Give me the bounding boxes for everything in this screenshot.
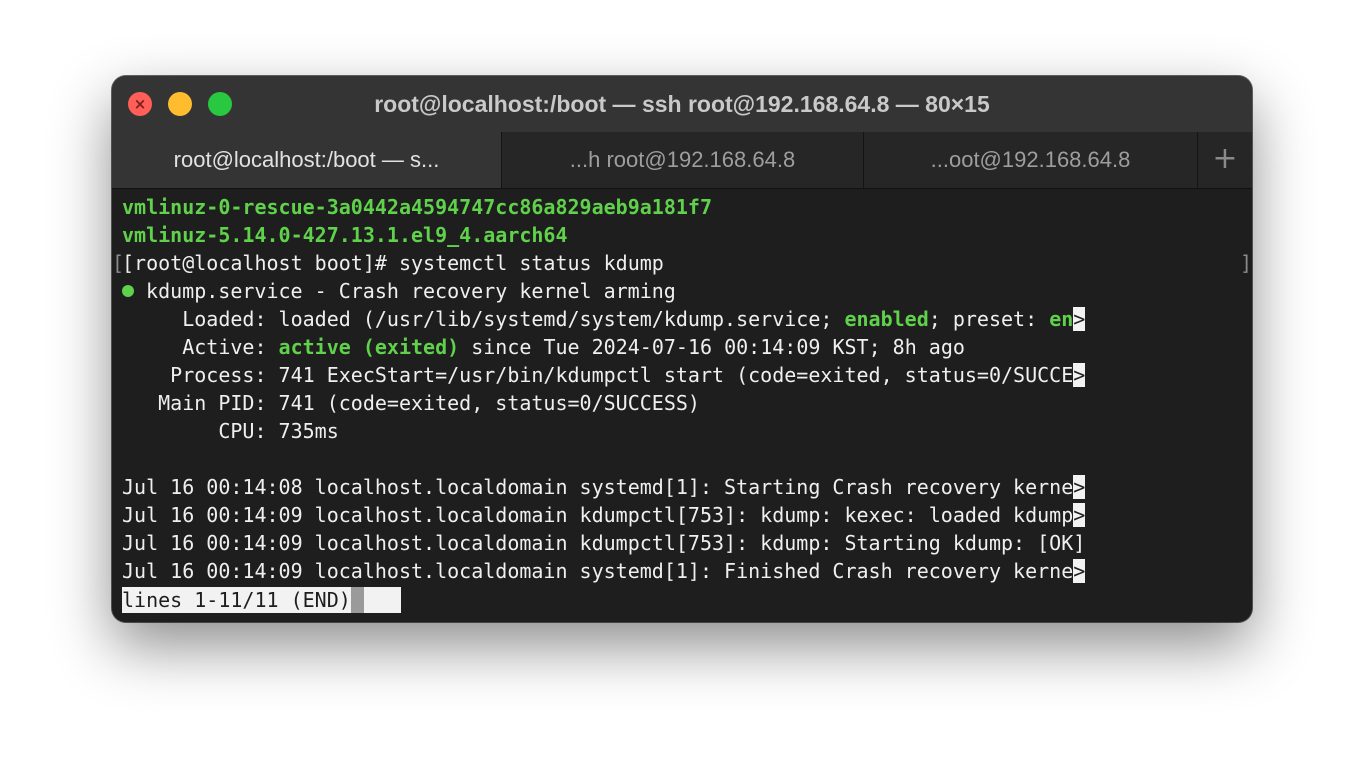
cpu-line: CPU: 735ms <box>122 419 339 443</box>
pager-text: lines 1-11/11 (END) <box>122 588 351 612</box>
truncation-marker: > <box>1073 475 1086 499</box>
new-tab-button[interactable]: + <box>1197 132 1252 188</box>
file-line-kernel: vmlinuz-5.14.0-427.13.1.el9_4.aarch64 <box>122 223 568 247</box>
tab-bar: root@localhost:/boot — s... ...h root@19… <box>112 132 1252 189</box>
log-line-3: Jul 16 00:14:09 localhost.localdomain kd… <box>122 531 1086 555</box>
tab-2[interactable]: ...h root@192.168.64.8 <box>501 132 863 188</box>
truncation-marker: > <box>1073 307 1086 331</box>
log-line-2: Jul 16 00:14:09 localhost.localdomain kd… <box>122 501 1086 529</box>
terminal-content[interactable]: vmlinuz-0-rescue-3a0442a4594747cc86a829a… <box>112 193 1252 622</box>
log-line-4: Jul 16 00:14:09 localhost.localdomain sy… <box>122 557 1086 585</box>
process-text: Process: 741 ExecStart=/usr/bin/kdumpctl… <box>122 363 1074 387</box>
status-dot-icon <box>122 284 134 297</box>
cursor <box>350 587 364 613</box>
active-state: active (exited) <box>278 335 460 359</box>
title-bar[interactable]: × root@localhost:/boot — ssh root@192.16… <box>112 76 1252 132</box>
active-line: Active: active (exited) since Tue 2024-0… <box>122 333 965 361</box>
service-line: kdump.service - Crash recovery kernel ar… <box>122 277 676 305</box>
window-title: root@localhost:/boot — ssh root@192.168.… <box>374 91 990 117</box>
loaded-line: Loaded: loaded (/usr/lib/systemd/system/… <box>122 305 1086 333</box>
truncation-marker: > <box>1073 363 1086 387</box>
active-since: since Tue 2024-07-16 00:14:09 KST; 8h ag… <box>459 335 965 359</box>
active-label: Active: <box>122 335 279 359</box>
tab-1[interactable]: root@localhost:/boot — s... <box>112 132 501 188</box>
service-title: kdump.service - Crash recovery kernel ar… <box>134 279 676 303</box>
loaded-label: Loaded: loaded (/usr/lib/systemd/system/… <box>122 307 845 331</box>
truncation-marker: > <box>1073 503 1086 527</box>
pager-status: lines 1-11/11 (END) <box>122 587 401 613</box>
log-text: Jul 16 00:14:08 localhost.localdomain sy… <box>122 475 1074 499</box>
log-text: Jul 16 00:14:09 localhost.localdomain sy… <box>122 559 1074 583</box>
process-line: Process: 741 ExecStart=/usr/bin/kdumpctl… <box>122 361 1086 389</box>
prompt-bracket-right: ] <box>1240 251 1252 275</box>
enabled-state: enabled <box>844 307 929 331</box>
log-line-1: Jul 16 00:14:08 localhost.localdomain sy… <box>122 473 1086 501</box>
terminal-window: × root@localhost:/boot — ssh root@192.16… <box>112 76 1252 622</box>
prompt-line: [root@localhost boot]# systemctl status … <box>122 251 664 275</box>
file-line-rescue: vmlinuz-0-rescue-3a0442a4594747cc86a829a… <box>122 195 713 219</box>
main-pid-line: Main PID: 741 (code=exited, status=0/SUC… <box>122 391 700 415</box>
log-text: Jul 16 00:14:09 localhost.localdomain kd… <box>122 503 1074 527</box>
tab-3[interactable]: ...oot@192.168.64.8 <box>863 132 1197 188</box>
preset-label: ; preset: <box>928 307 1050 331</box>
truncation-marker: > <box>1073 559 1086 583</box>
preset-value: en <box>1049 307 1074 331</box>
